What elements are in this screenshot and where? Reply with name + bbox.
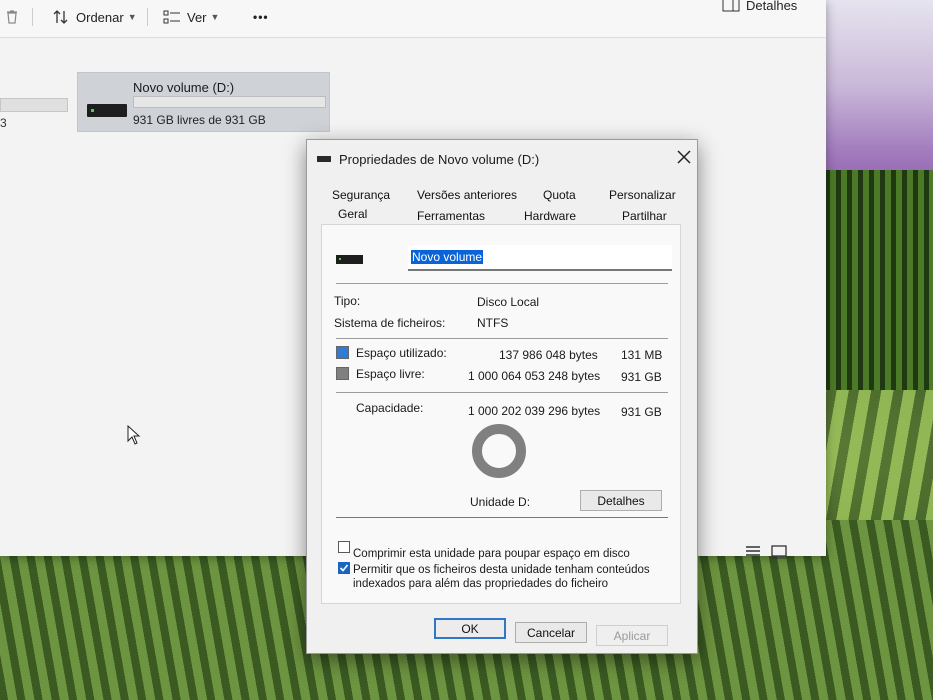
tab-geral[interactable]: Geral [338, 207, 367, 221]
used-space-size: 131 MB [621, 348, 663, 362]
view-mode-switcher [745, 545, 787, 559]
index-files-label-line2: indexados para além das propriedades do … [353, 578, 609, 590]
free-space-swatch [336, 367, 349, 380]
volume-name-input[interactable]: Novo volume [408, 245, 672, 271]
close-button[interactable] [673, 146, 695, 168]
checkmark-icon [339, 564, 349, 572]
drive-d-tile[interactable]: Novo volume (D:) 931 GB livres de 931 GB [77, 72, 330, 132]
free-space-size: 931 GB [621, 370, 662, 384]
free-space-label: Espaço livre: [356, 367, 425, 381]
capacity-bytes: 1 000 202 039 296 bytes [468, 404, 601, 418]
drive-d-usage-bar [133, 96, 326, 108]
used-space-bytes: 137 986 048 bytes [499, 348, 598, 362]
index-files-label-line1: Permitir que os ficheiros desta unidade … [353, 564, 650, 576]
sort-label: Ordenar [76, 9, 124, 25]
free-space-bytes: 1 000 064 053 248 bytes [468, 369, 601, 383]
explorer-toolbar: Ordenar ▼ Ver ▼ ••• Detalhes [0, 0, 826, 38]
capacity-label: Capacidade: [356, 401, 424, 415]
volume-name-selected-text: Novo volume [411, 250, 484, 264]
divider [336, 392, 668, 393]
details-view-icon[interactable] [745, 545, 761, 559]
used-space-swatch [336, 346, 349, 359]
ok-button[interactable]: OK [434, 618, 506, 639]
divider [336, 517, 668, 518]
view-list-icon [163, 10, 180, 24]
apply-button[interactable]: Aplicar [596, 625, 668, 646]
divider [336, 283, 668, 284]
dialog-title: Propriedades de Novo volume (D:) [339, 151, 540, 167]
drive-title-icon [317, 156, 331, 162]
type-label: Tipo: [334, 294, 361, 308]
toolbar-separator [32, 8, 33, 26]
details-button[interactable]: Detalhes [580, 490, 662, 511]
sort-button[interactable]: Ordenar ▼ [52, 6, 137, 28]
drive-c-caption: 3 [0, 116, 7, 130]
chevron-down-icon: ▼ [210, 12, 220, 22]
tab-hardware[interactable]: Hardware [524, 209, 576, 223]
drive-d-name: Novo volume (D:) [133, 80, 235, 95]
tab-ferramentas[interactable]: Ferramentas [417, 209, 485, 223]
donut-free-segment [472, 424, 526, 478]
tab-personalizar[interactable]: Personalizar [609, 188, 676, 202]
close-icon [677, 150, 691, 164]
sort-icon [53, 10, 68, 24]
toolbar-separator [147, 8, 148, 26]
details-pane-button[interactable]: Detalhes [722, 0, 797, 16]
hard-drive-icon [336, 255, 363, 264]
drive-d-space-text: 931 GB livres de 931 GB [133, 113, 266, 127]
view-label: Ver [187, 9, 207, 25]
filesystem-value: NTFS [477, 316, 509, 330]
drive-letter-label: Unidade D: [470, 495, 531, 509]
filesystem-label: Sistema de ficheiros: [334, 316, 446, 330]
capacity-size: 931 GB [621, 405, 662, 419]
tab-seguranca[interactable]: Segurança [332, 188, 390, 202]
more-options-button[interactable]: ••• [253, 6, 269, 28]
chevron-down-icon: ▼ [127, 12, 137, 22]
details-pane-label: Detalhes [746, 0, 798, 13]
hard-drive-icon [87, 104, 127, 117]
compress-drive-checkbox[interactable] [338, 541, 350, 553]
index-files-checkbox[interactable] [338, 562, 350, 574]
divider [336, 338, 668, 339]
delete-button[interactable] [4, 6, 26, 28]
view-button[interactable]: Ver ▼ [163, 6, 219, 28]
drive-c-usage-bar [0, 98, 68, 112]
cancel-button[interactable]: Cancelar [515, 622, 587, 643]
mouse-cursor-icon [127, 425, 141, 445]
details-pane-icon [722, 0, 740, 12]
dialog-titlebar: Propriedades de Novo volume (D:) [317, 150, 539, 168]
type-value: Disco Local [477, 295, 540, 309]
properties-dialog: Propriedades de Novo volume (D:) Seguran… [306, 139, 698, 654]
used-space-label: Espaço utilizado: [356, 346, 447, 360]
tab-partilhar[interactable]: Partilhar [622, 209, 667, 223]
tab-quota[interactable]: Quota [543, 188, 576, 202]
tab-versoes-anteriores[interactable]: Versões anteriores [417, 188, 517, 202]
tiles-view-icon[interactable] [771, 545, 787, 559]
disk-usage-donut [472, 424, 526, 478]
trash-icon [7, 10, 17, 24]
compress-drive-label: Comprimir esta unidade para poupar espaç… [353, 548, 630, 560]
